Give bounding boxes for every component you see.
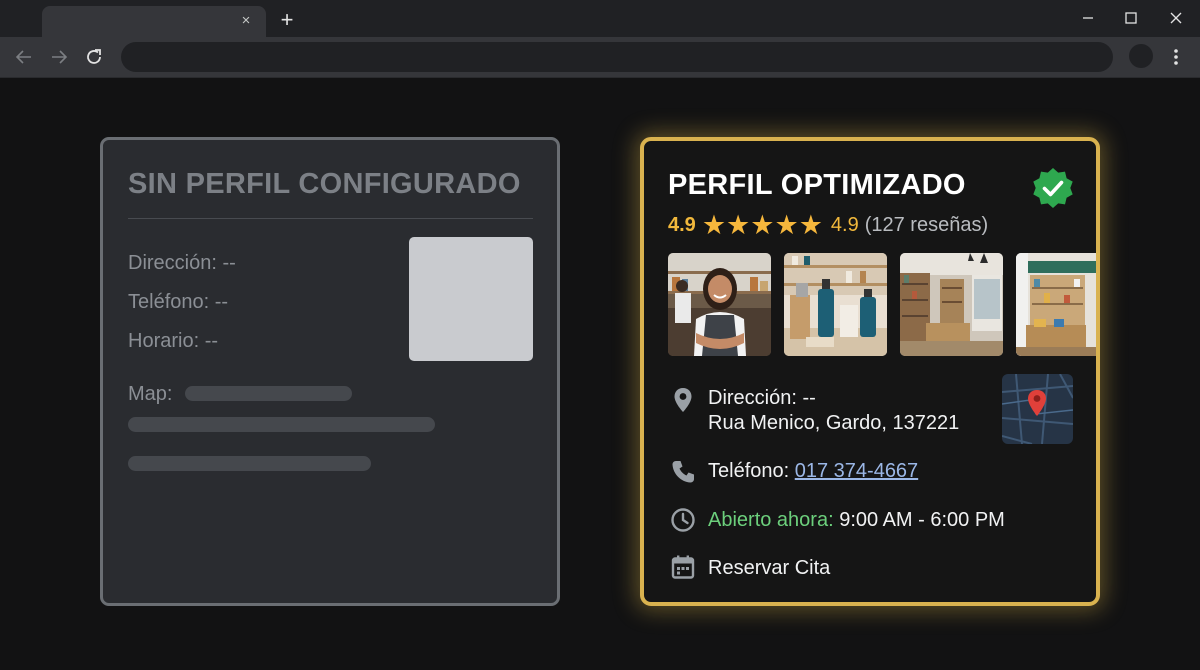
open-now-status: Abierto ahora: — [708, 509, 834, 531]
star-rating: ★ ★ ★ ★ ★ — [702, 211, 823, 239]
reload-icon[interactable] — [83, 46, 105, 68]
book-appointment-link[interactable]: Reservar Cita — [708, 557, 830, 580]
star-icon: ★ — [774, 210, 799, 240]
rating-value: 4.9 — [668, 213, 696, 236]
location-pin-icon — [674, 388, 692, 412]
calendar-icon — [671, 555, 695, 579]
star-icon: ★ — [750, 210, 775, 240]
placeholder-bar — [185, 386, 352, 401]
hours-row: Abierto ahora: 9:00 AM - 6:00 PM — [708, 509, 1005, 532]
more-menu-icon[interactable] — [1166, 46, 1186, 68]
browser-toolbar — [0, 37, 1200, 78]
address-value[interactable]: Rua Menico, Gardo, 137221 — [708, 412, 959, 435]
optimized-profile-card: PERFIL OPTIMIZADO 4.9 ★ ★ ★ ★ ★ 4.9 (127 res… — [640, 137, 1100, 606]
title-divider — [128, 218, 533, 219]
browser-titlebar: × + — [0, 0, 1200, 37]
maximize-icon[interactable] — [1121, 8, 1141, 28]
phone-link[interactable]: 017 374-4667 — [795, 460, 918, 482]
hours-value: 9:00 AM - 6:00 PM — [833, 509, 1005, 531]
phone-row: Teléfono: 017 374-4667 — [708, 460, 918, 483]
photo-store-interior[interactable] — [900, 253, 1003, 356]
hours-field: Horario: -- — [128, 330, 219, 352]
star-icon: ★ — [798, 210, 823, 240]
close-window-icon[interactable] — [1166, 8, 1186, 28]
minimize-icon[interactable] — [1078, 8, 1098, 28]
tab-close-icon[interactable]: × — [236, 11, 256, 31]
rating-value-repeat: 4.9 — [830, 213, 859, 236]
address-label: Dirección: -- — [708, 387, 816, 409]
star-icon: ★ — [701, 210, 727, 240]
photo-employee[interactable] — [668, 253, 771, 356]
map-label: Map: — [128, 383, 173, 405]
back-arrow-icon[interactable] — [13, 46, 35, 68]
phone-label: Teléfono: — [708, 460, 795, 482]
address-bar[interactable] — [121, 42, 1113, 72]
map-thumbnail[interactable] — [1002, 374, 1073, 444]
new-tab-icon[interactable]: + — [276, 9, 298, 31]
review-count[interactable]: (127 reseñas) — [865, 214, 988, 237]
phone-field: Teléfono: -- — [128, 291, 229, 313]
optimized-title: PERFIL OPTIMIZADO — [668, 169, 966, 201]
rating-row: 4.9 ★ ★ ★ ★ ★ 4.9 (127 reseñas) — [668, 210, 988, 240]
phone-icon — [672, 461, 694, 483]
unconfigured-profile-card: SIN PERFIL CONFIGURADO Dirección: -- Tel… — [100, 137, 560, 606]
verified-check-icon — [1033, 168, 1073, 208]
browser-tab[interactable]: × — [42, 6, 266, 37]
profile-avatar[interactable] — [1129, 44, 1153, 68]
unconfigured-title: SIN PERFIL CONFIGURADO — [128, 168, 521, 200]
clock-icon — [671, 508, 695, 532]
photo-placeholder — [409, 237, 533, 361]
placeholder-bar — [128, 417, 435, 432]
star-icon: ★ — [726, 210, 751, 240]
photo-products[interactable] — [784, 253, 887, 356]
placeholder-bar — [128, 456, 371, 471]
address-field: Dirección: -- — [128, 252, 236, 274]
photo-store-shelves[interactable] — [1016, 253, 1100, 356]
forward-arrow-icon[interactable] — [48, 46, 70, 68]
